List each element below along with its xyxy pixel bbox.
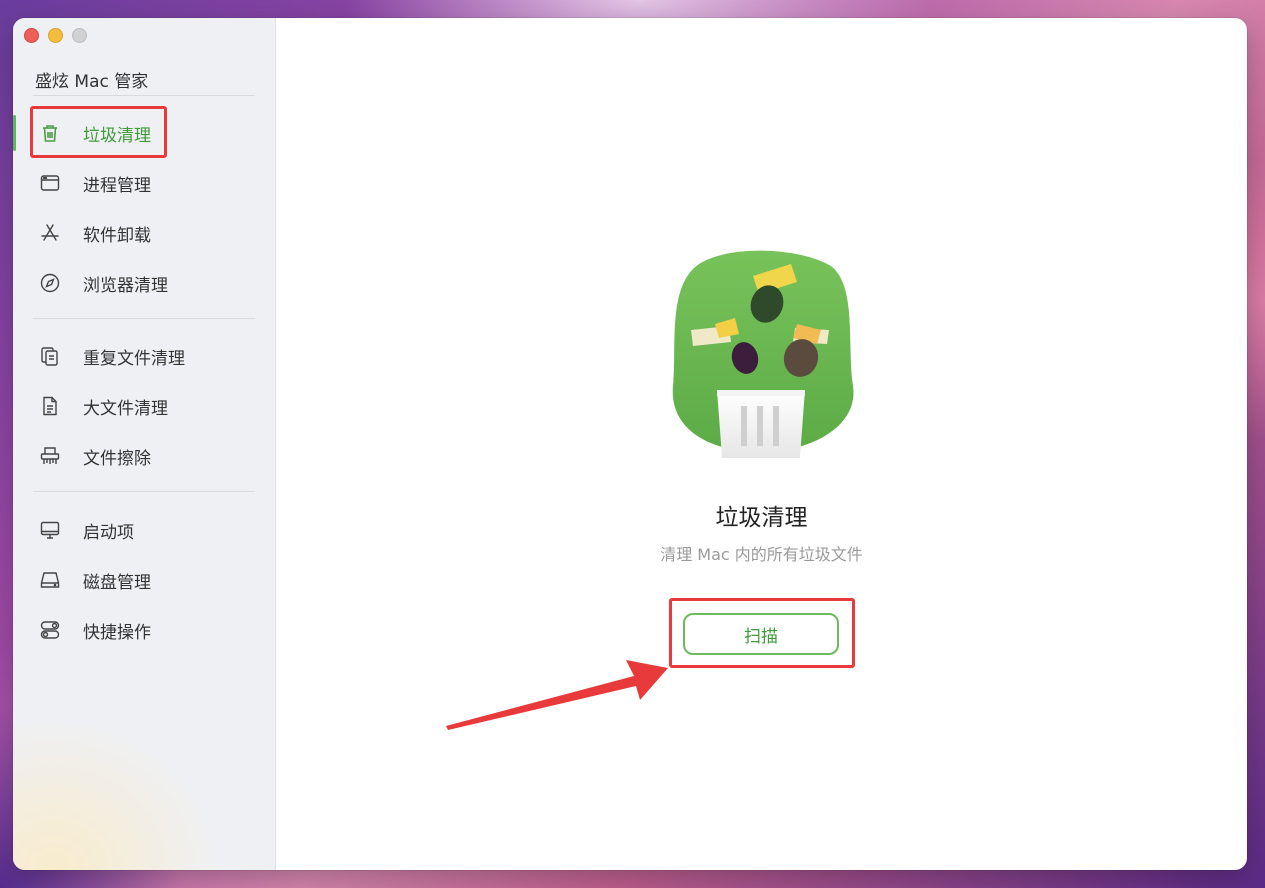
sidebar-item-label: 文件擦除 [83, 448, 151, 469]
disk-icon [39, 569, 61, 591]
sidebar-item-junk-clean[interactable]: 垃圾清理 [13, 113, 275, 153]
window-controls [24, 28, 87, 43]
sidebar-item-label: 软件卸载 [83, 225, 151, 246]
document-icon [39, 395, 61, 417]
zoom-window-button[interactable] [72, 28, 87, 43]
app-title: 盛炫 Mac 管家 [35, 72, 149, 92]
annotation-arrow [446, 660, 668, 730]
sidebar-item-quick-actions[interactable]: 快捷操作 [13, 610, 275, 650]
main-panel: 垃圾清理 清理 Mac 内的所有垃圾文件 扫描 [276, 18, 1247, 870]
sidebar-divider [33, 318, 255, 319]
sidebar-item-browser-clean[interactable]: 浏览器清理 [13, 263, 275, 303]
sidebar-item-label: 垃圾清理 [83, 125, 151, 146]
duplicate-files-icon [39, 345, 61, 367]
close-window-button[interactable] [24, 28, 39, 43]
sidebar-item-label: 重复文件清理 [83, 348, 185, 369]
minimize-window-button[interactable] [48, 28, 63, 43]
sidebar-item-label: 大文件清理 [83, 398, 168, 419]
sidebar-item-disk-manager[interactable]: 磁盘管理 [13, 560, 275, 600]
sidebar-item-large-files[interactable]: 大文件清理 [13, 386, 275, 426]
toggles-icon [39, 619, 61, 641]
sidebar-item-label: 磁盘管理 [83, 572, 151, 593]
sidebar-divider [33, 491, 255, 492]
page-subtitle: 清理 Mac 内的所有垃圾文件 [660, 545, 863, 564]
sidebar-item-process-manager[interactable]: 进程管理 [13, 163, 275, 203]
window-icon [39, 172, 61, 194]
sidebar-item-label: 浏览器清理 [83, 275, 168, 296]
page-title: 垃圾清理 [715, 505, 808, 531]
app-window: 盛炫 Mac 管家 垃圾清理 进程管理 软件卸载 浏览器清理 重复文件清理 大文… [13, 18, 1247, 870]
sidebar-item-label: 启动项 [83, 522, 134, 543]
scan-button[interactable]: 扫描 [683, 613, 839, 655]
monitor-icon [39, 519, 61, 541]
app-store-icon [39, 222, 61, 244]
sidebar-item-app-uninstall[interactable]: 软件卸载 [13, 213, 275, 253]
sidebar-divider [33, 95, 255, 96]
sidebar-item-duplicate-files[interactable]: 重复文件清理 [13, 336, 275, 376]
shredder-icon [39, 445, 61, 467]
sidebar-item-file-shred[interactable]: 文件擦除 [13, 436, 275, 476]
trash-icon [39, 122, 61, 144]
sidebar-item-label: 快捷操作 [83, 622, 151, 643]
compass-icon [39, 272, 61, 294]
trash-bin-illustration [672, 250, 854, 458]
sidebar-item-startup-items[interactable]: 启动项 [13, 510, 275, 550]
sidebar: 盛炫 Mac 管家 垃圾清理 进程管理 软件卸载 浏览器清理 重复文件清理 大文… [13, 18, 276, 870]
sidebar-item-label: 进程管理 [83, 175, 151, 196]
